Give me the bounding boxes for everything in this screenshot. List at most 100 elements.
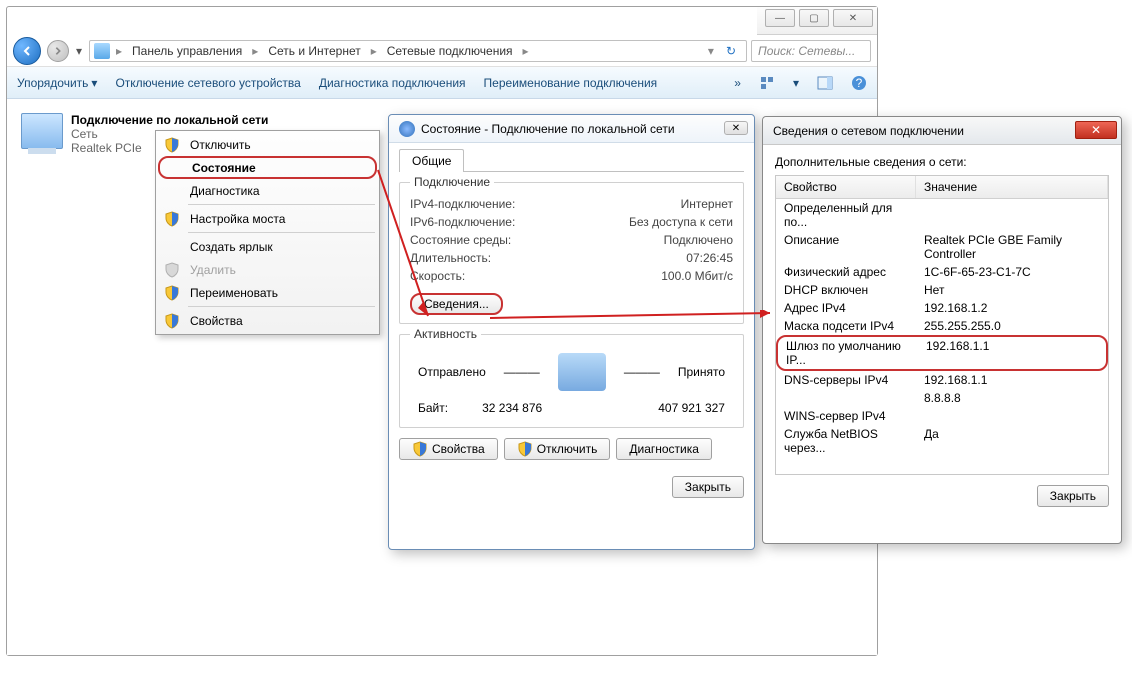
annotation-arrow — [310, 168, 430, 338]
bc-sep-icon[interactable]: ▸ — [112, 44, 126, 58]
details-value: 192.168.1.2 — [916, 300, 1108, 316]
refresh-icon[interactable]: ↻ — [720, 44, 742, 58]
details-value: 8.8.8.8 — [916, 390, 1108, 406]
details-value: Realtek PCIe GBE Family Controller — [916, 232, 1108, 262]
close-button[interactable]: Закрыть — [1037, 485, 1109, 507]
ctx-bridge-label: Настройка моста — [190, 212, 285, 226]
details-row[interactable]: DNS-серверы IPv4192.168.1.1 — [776, 371, 1108, 389]
details-row[interactable]: WINS-сервер IPv4 — [776, 407, 1108, 425]
ctx-diagnose-label: Диагностика — [190, 184, 260, 198]
details-list-header: Свойство Значение — [776, 176, 1108, 199]
nav-history-dropdown[interactable]: ▾ — [73, 44, 85, 58]
activity-monitor-icon — [558, 353, 606, 391]
ctx-status-label: Состояние — [192, 161, 256, 175]
details-row[interactable]: Маска подсети IPv4255.255.255.0 — [776, 317, 1108, 335]
network-status-icon — [399, 121, 415, 137]
view-options-icon[interactable] — [759, 75, 775, 91]
details-value: 255.255.255.0 — [916, 318, 1108, 334]
details-property: Маска подсети IPv4 — [776, 318, 916, 334]
details-row[interactable]: Физический адрес1C-6F-65-23-C1-7C — [776, 263, 1108, 281]
ctx-properties-label: Свойства — [190, 314, 243, 328]
disable-device-button[interactable]: Отключение сетевого устройства — [115, 76, 300, 90]
received-label: Принято — [678, 365, 725, 379]
bytes-sent: 32 234 876 — [482, 401, 542, 415]
view-dropdown-icon[interactable]: ▾ — [793, 76, 799, 90]
details-row[interactable]: Служба NetBIOS через...Да — [776, 425, 1108, 457]
breadcrumb[interactable]: ▸ Панель управления ▸ Сеть и Интернет ▸ … — [89, 40, 747, 62]
tab-strip: Общие — [399, 149, 744, 172]
sent-label: Отправлено — [418, 365, 486, 379]
diagnose-button[interactable]: Диагностика подключения — [319, 76, 466, 90]
details-list: Свойство Значение Определенный для по...… — [775, 175, 1109, 475]
help-icon[interactable]: ? — [851, 75, 867, 91]
bc-network-internet[interactable]: Сеть и Интернет — [264, 44, 364, 58]
duration-value: 07:26:45 — [686, 251, 733, 265]
minimize-button[interactable]: — — [765, 9, 795, 27]
details-property: Адрес IPv4 — [776, 300, 916, 316]
details-row[interactable]: 8.8.8.8 — [776, 389, 1108, 407]
nav-back-button[interactable] — [13, 37, 41, 65]
status-dialog: Состояние - Подключение по локальной сет… — [388, 114, 755, 550]
view-chevrons-icon[interactable]: » — [734, 76, 741, 90]
details-property: Определенный для по... — [776, 200, 916, 230]
shield-icon — [164, 262, 180, 278]
bc-sep-icon[interactable]: ▸ — [367, 44, 381, 58]
details-row[interactable]: Шлюз по умолчанию IP...192.168.1.1 — [776, 335, 1108, 371]
ctx-disable-label: Отключить — [190, 138, 251, 152]
details-value: 1C-6F-65-23-C1-7C — [916, 264, 1108, 280]
bc-control-panel[interactable]: Панель управления — [128, 44, 246, 58]
details-value: Да — [916, 426, 1108, 456]
preview-pane-icon[interactable] — [817, 75, 833, 91]
details-row[interactable]: DHCP включенНет — [776, 281, 1108, 299]
status-action-buttons: Свойства Отключить Диагностика — [399, 438, 744, 466]
details-row[interactable]: Адрес IPv4192.168.1.2 — [776, 299, 1108, 317]
status-dialog-title-text: Состояние - Подключение по локальной сет… — [421, 122, 675, 136]
ipv6-value: Без доступа к сети — [629, 215, 733, 229]
toolbar: Упорядочить ▾ Отключение сетевого устрой… — [7, 67, 877, 99]
speed-value: 100.0 Мбит/с — [661, 269, 733, 283]
chevron-down-icon: ▾ — [91, 76, 97, 90]
rename-button[interactable]: Переименование подключения — [484, 76, 658, 90]
details-dialog-body: Дополнительные сведения о сети: Свойство… — [763, 145, 1121, 517]
details-row[interactable]: ОписаниеRealtek PCIe GBE Family Controll… — [776, 231, 1108, 263]
ctx-disable[interactable]: Отключить — [158, 133, 377, 156]
bytes-received: 407 921 327 — [658, 401, 725, 415]
details-value: 192.168.1.1 — [916, 372, 1108, 388]
details-property — [776, 390, 916, 406]
activity-group: Активность Отправлено ——— ——— Принято Ба… — [399, 334, 744, 428]
close-button[interactable]: Закрыть — [672, 476, 744, 498]
svg-text:?: ? — [856, 76, 863, 90]
shield-icon — [517, 441, 533, 457]
bc-sep-icon[interactable]: ▸ — [248, 44, 262, 58]
disable-button[interactable]: Отключить — [504, 438, 611, 460]
details-close-row: Закрыть — [775, 475, 1109, 507]
properties-button[interactable]: Свойства — [399, 438, 498, 460]
details-dialog-close[interactable]: ✕ — [1075, 121, 1117, 139]
col-value[interactable]: Значение — [916, 176, 1108, 198]
col-property[interactable]: Свойство — [776, 176, 916, 198]
network-location-icon — [94, 43, 110, 59]
maximize-button[interactable]: ▢ — [799, 9, 829, 27]
details-row[interactable]: Определенный для по... — [776, 199, 1108, 231]
shield-icon — [164, 211, 180, 227]
status-dialog-close[interactable]: ✕ — [724, 121, 748, 135]
details-property: Физический адрес — [776, 264, 916, 280]
search-input[interactable]: Поиск: Сетевы... — [751, 40, 871, 62]
network-adapter-icon — [21, 113, 63, 149]
media-value: Подключено — [664, 233, 733, 247]
details-value — [916, 408, 1108, 424]
details-property: Служба NetBIOS через... — [776, 426, 916, 456]
ctx-rename-label: Переименовать — [190, 286, 278, 300]
details-property: DHCP включен — [776, 282, 916, 298]
details-dialog-title-text: Сведения о сетевом подключении — [773, 124, 964, 138]
diagnose-button[interactable]: Диагностика — [616, 438, 712, 460]
address-bar: ▾ ▸ Панель управления ▸ Сеть и Интернет … — [7, 35, 877, 67]
bc-network-connections[interactable]: Сетевые подключения — [383, 44, 517, 58]
nav-forward-button[interactable] — [47, 40, 69, 62]
bc-sep-icon[interactable]: ▸ — [519, 44, 533, 58]
close-button[interactable]: ✕ — [833, 9, 873, 27]
organize-menu[interactable]: Упорядочить ▾ — [17, 76, 97, 90]
details-value: Нет — [916, 282, 1108, 298]
bc-dropdown-icon[interactable]: ▾ — [704, 44, 718, 58]
status-close-row: Закрыть — [399, 466, 744, 498]
